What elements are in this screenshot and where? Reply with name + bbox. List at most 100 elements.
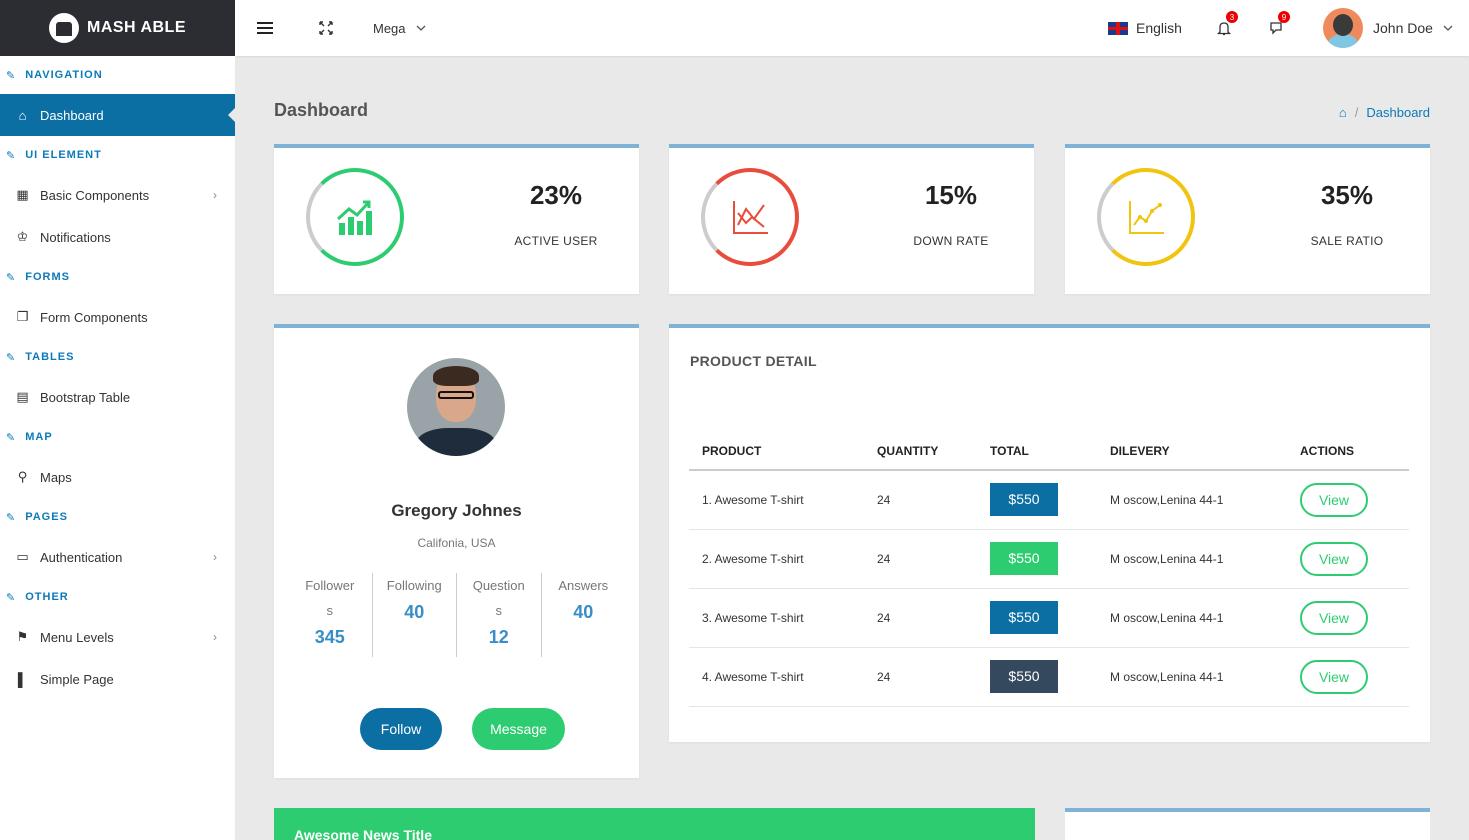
profile-stats: Followers 345 Following 40 Questions 12 …	[288, 573, 625, 657]
brand-name: MASH ABLE	[86, 19, 186, 36]
card-title: PRODUCT DETAIL	[690, 353, 817, 369]
chat-icon	[1270, 22, 1282, 35]
stat-card-down-rate: 15% DOWN RATE	[669, 144, 1034, 294]
column-header: QUANTITY	[864, 432, 977, 471]
sidebar-section-other: ✎ OTHER	[6, 591, 69, 604]
pin-icon: ✎	[6, 271, 17, 284]
home-icon[interactable]: ⌂	[1339, 105, 1347, 120]
sidebar-item-authentication[interactable]: ▭ Authentication ›	[0, 536, 235, 578]
sidebar-item-label: Maps	[40, 469, 72, 485]
sidebar-section-tables: ✎ TABLES	[6, 351, 75, 364]
column-header: TOTAL	[977, 432, 1097, 471]
sidebar: ✎ NAVIGATION ⌂ Dashboard ✎ UI ELEMENT ▦ Ba…	[0, 56, 236, 840]
notifications-button[interactable]: 3	[1217, 0, 1238, 56]
user-menu[interactable]: John Doe	[1323, 0, 1453, 56]
notifications-badge: 3	[1226, 11, 1238, 23]
sidebar-item-label: Basic Components	[40, 187, 150, 203]
uk-flag-icon	[1108, 21, 1128, 35]
table-row: 3. Awesome T-shirt 24 $550 M oscow,Lenin…	[689, 588, 1409, 648]
language-label: English	[1136, 20, 1182, 36]
profile-card: Gregory Johnes Califonia, USA Followers …	[274, 324, 639, 778]
sidebar-item-basic-components[interactable]: ▦ Basic Components ›	[0, 174, 235, 216]
bell-icon	[1217, 21, 1231, 35]
stat-value: 35%	[1320, 180, 1374, 210]
sidebar-section-navigation: ✎ NAVIGATION	[6, 69, 103, 82]
sidebar-item-notifications[interactable]: ♔ Notifications	[0, 216, 235, 258]
page-title: Dashboard	[274, 100, 369, 120]
stat-label: ACTIVE USER	[514, 234, 598, 248]
chevron-right-icon: ›	[213, 630, 217, 644]
sidebar-item-form-components[interactable]: ❐ Form Components	[0, 296, 235, 338]
profile-photo	[407, 358, 505, 456]
stat-card-active-user: 23% ACTIVE USER	[274, 144, 639, 294]
follow-button[interactable]: Follow	[360, 708, 442, 750]
chevron-right-icon: ›	[213, 188, 217, 202]
chevron-down-icon	[1443, 25, 1453, 31]
stat-value: 23%	[529, 180, 583, 210]
breadcrumb-dashboard[interactable]: Dashboard	[1366, 105, 1430, 120]
table-header-row: PRODUCT QUANTITY TOTAL DILEVERY ACTIONS	[689, 432, 1409, 471]
messages-badge: 9	[1278, 11, 1290, 23]
pin-icon: ✎	[6, 351, 17, 364]
signpost-icon: ⚑	[16, 629, 29, 644]
bottom-card	[1065, 808, 1430, 840]
pin-icon: ✎	[6, 511, 17, 524]
sidebar-section-forms: ✎ FORMS	[6, 271, 70, 284]
view-button[interactable]: View	[1300, 541, 1368, 576]
table-row: 4. Awesome T-shirt 24 $550 M oscow,Lenin…	[689, 647, 1409, 707]
sidebar-item-label: Bootstrap Table	[40, 389, 131, 405]
sidebar-item-bootstrap-table[interactable]: ▤ Bootstrap Table	[0, 376, 235, 418]
profile-location: Califonia, USA	[417, 536, 496, 550]
chart-line-icon	[1097, 168, 1195, 266]
sidebar-item-menu-levels[interactable]: ⚑ Menu Levels ›	[0, 616, 235, 658]
view-button[interactable]: View	[1300, 659, 1368, 694]
sidebar-section-map: ✎ MAP	[6, 431, 53, 444]
chart-up-icon	[306, 168, 404, 266]
sidebar-item-label: Menu Levels	[40, 629, 114, 645]
price-badge: $550	[990, 601, 1058, 634]
language-selector[interactable]: English	[1108, 0, 1182, 56]
chevron-right-icon: ›	[213, 550, 217, 564]
message-button[interactable]: Message	[472, 708, 565, 750]
sidebar-item-label: Form Components	[40, 309, 148, 325]
view-button[interactable]: View	[1300, 600, 1368, 635]
logo-icon	[48, 13, 79, 43]
pin-icon: ✎	[6, 149, 17, 162]
view-button[interactable]: View	[1300, 482, 1368, 517]
sidebar-item-label: Dashboard	[40, 107, 104, 123]
news-title: Awesome News Title	[294, 827, 432, 840]
table-icon: ▤	[16, 389, 29, 404]
id-card-icon: ▭	[16, 549, 29, 564]
stat-value: 15%	[924, 180, 978, 210]
chart-down-icon	[701, 168, 799, 266]
logo[interactable]: MASH ABLE	[0, 0, 235, 56]
messages-button[interactable]: 9	[1269, 0, 1290, 56]
crown-icon: ♔	[16, 229, 29, 244]
form-icon: ❐	[16, 309, 29, 324]
column-header: ACTIONS	[1287, 432, 1409, 471]
sidebar-section-pages: ✎ PAGES	[6, 511, 68, 524]
menu-toggle-icon[interactable]	[257, 0, 273, 56]
home-icon: ⌂	[18, 107, 27, 123]
column-header: PRODUCT	[689, 432, 864, 471]
map-icon: ⚲	[17, 469, 28, 484]
news-card: Awesome News Title	[274, 808, 1035, 840]
pin-icon: ✎	[6, 431, 17, 444]
price-badge: $550	[990, 483, 1058, 517]
table-row: 1. Awesome T-shirt 24 $550 M oscow,Lenin…	[689, 470, 1409, 530]
price-badge: $550	[990, 542, 1058, 575]
avatar	[1323, 8, 1363, 48]
price-badge: $550	[990, 660, 1058, 693]
stat-label: DOWN RATE	[913, 234, 989, 248]
sidebar-item-label: Notifications	[40, 229, 111, 245]
pin-icon: ✎	[6, 591, 17, 604]
sidebar-item-dashboard[interactable]: ⌂ Dashboard	[0, 94, 236, 136]
sidebar-section-ui-element: ✎ UI ELEMENT	[6, 149, 102, 162]
mega-label: Mega	[373, 20, 406, 36]
mega-menu-dropdown[interactable]: Mega	[373, 0, 426, 56]
user-name: John Doe	[1373, 20, 1433, 36]
sidebar-item-simple-page[interactable]: ▌ Simple Page	[0, 658, 235, 700]
fullscreen-icon[interactable]	[319, 0, 333, 56]
profile-name: Gregory Johnes	[391, 501, 522, 520]
sidebar-item-maps[interactable]: ⚲ Maps	[0, 456, 235, 498]
